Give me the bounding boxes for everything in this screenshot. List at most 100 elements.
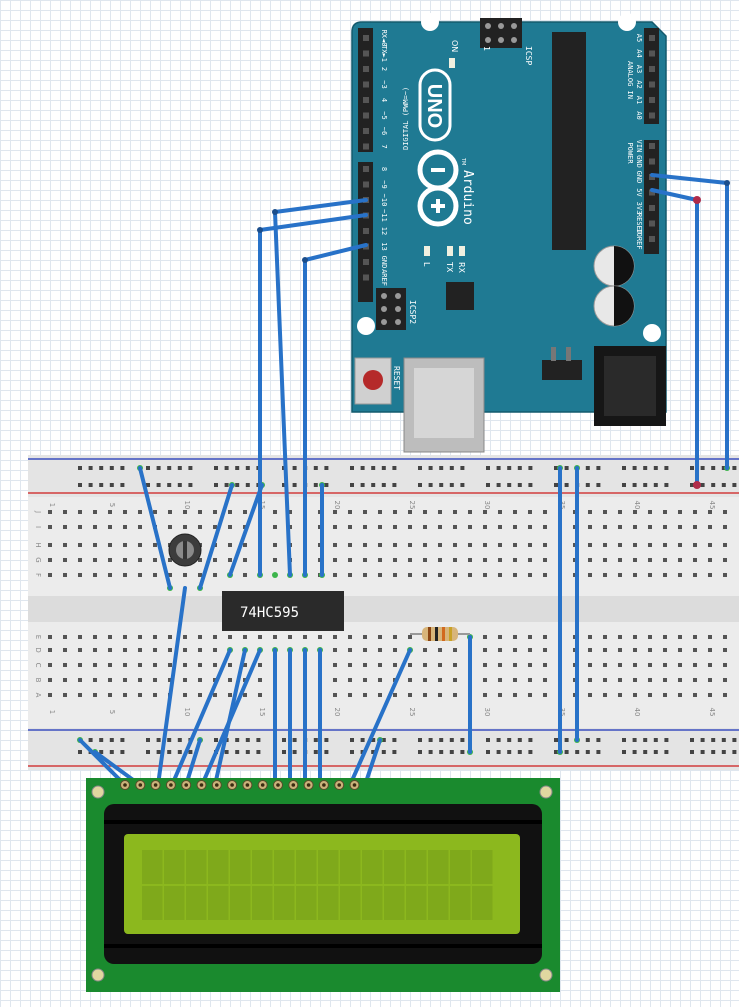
breadboard-hole: [63, 635, 67, 639]
lcd-char-cell: [406, 850, 427, 884]
header-pin: [363, 66, 369, 72]
breadboard-hole: [363, 635, 367, 639]
rail-hole: [507, 483, 512, 487]
breadboard-hole: [93, 693, 97, 697]
arduino-uno-board: RX◄0TX►12~34~5~678~9~10~111213GNDAREFA5A…: [351, 13, 667, 453]
rail-hole: [88, 483, 93, 487]
breadboard-hole: [663, 525, 667, 529]
breadboard-hole: [513, 543, 517, 547]
breadboard-hole: [228, 693, 232, 697]
rail-hole: [235, 738, 240, 742]
rail-hole: [653, 483, 658, 487]
breadboard-hole: [378, 510, 382, 514]
pin-label: GND: [635, 171, 643, 184]
breadboard-hole: [273, 510, 277, 514]
breadboard-hole: [273, 525, 277, 529]
breadboard-hole: [603, 648, 607, 652]
rail-hole: [664, 750, 669, 754]
breadboard-hole: [198, 525, 202, 529]
breadboard-hole: [603, 635, 607, 639]
breadboard-hole: [408, 663, 412, 667]
breadboard-hole: [48, 510, 52, 514]
analog-label: ANALOG IN: [626, 61, 634, 99]
reset-button[interactable]: [354, 357, 392, 405]
rail-hole: [496, 738, 501, 742]
atmega-chip: [552, 32, 586, 250]
rail-hole: [732, 483, 737, 487]
row-letter: F: [34, 573, 42, 577]
lcd-char-cell: [142, 850, 163, 884]
breadboard-hole: [333, 510, 337, 514]
rail-hole: [622, 750, 626, 754]
breadboard-hole: [633, 693, 637, 697]
rail-hole: [486, 483, 490, 487]
breadboard-hole: [348, 635, 352, 639]
rail-hole: [596, 483, 601, 487]
column-number: 1: [48, 710, 56, 714]
lcd-char-cell: [384, 850, 405, 884]
breadboard-hole: [423, 693, 427, 697]
breadboard-hole: [198, 510, 202, 514]
breadboard-hole: [708, 678, 712, 682]
breadboard-hole: [588, 525, 592, 529]
breadboard-hole: [93, 663, 97, 667]
header-pin: [363, 97, 369, 103]
breadboard-hole: [348, 663, 352, 667]
potentiometer[interactable]: [168, 533, 202, 567]
breadboard-hole: [93, 510, 97, 514]
breadboard-hole: [123, 693, 127, 697]
breadboard-hole: [453, 573, 457, 577]
lcd-char-cell: [340, 886, 361, 920]
breadboard-hole: [258, 693, 262, 697]
breadboard-hole: [63, 678, 67, 682]
rail-hole: [653, 738, 658, 742]
pin-label: A5: [635, 34, 643, 42]
breadboard-hole: [63, 663, 67, 667]
breadboard-hole: [513, 635, 517, 639]
breadboard-hole: [423, 573, 427, 577]
breadboard-hole: [693, 635, 697, 639]
column-number: 15: [258, 708, 266, 717]
breadboard-hole: [363, 693, 367, 697]
rail-hole: [517, 483, 522, 487]
rail-hole: [313, 750, 318, 754]
breadboard-hole: [528, 663, 532, 667]
rail-hole: [585, 750, 590, 754]
lcd-char-cell: [318, 850, 339, 884]
header-pin: [363, 181, 369, 188]
l-led: [424, 246, 430, 256]
breadboard-hole: [693, 663, 697, 667]
rail-hole: [109, 466, 114, 470]
breadboard-hole: [723, 635, 727, 639]
pin-label: A1: [635, 96, 643, 104]
lcd-char-cell: [428, 886, 449, 920]
breadboard-hole: [648, 648, 652, 652]
breadboard-hole: [663, 648, 667, 652]
rail-hole: [622, 466, 626, 470]
rail-hole: [324, 466, 329, 470]
rail-hole: [564, 483, 569, 487]
breadboard-hole: [168, 635, 172, 639]
rail-hole: [188, 750, 193, 754]
breadboard-hole: [138, 525, 142, 529]
breadboard-hole: [363, 543, 367, 547]
rail-hole: [496, 483, 501, 487]
breadboard-hole: [258, 663, 262, 667]
breadboard-hole: [258, 635, 262, 639]
breadboard-hole: [183, 648, 187, 652]
pin-label: RX◄0: [380, 30, 388, 47]
breadboard-hole: [348, 525, 352, 529]
wire-bend: [257, 227, 263, 233]
rail-hole: [292, 750, 297, 754]
lcd-char-cell: [274, 850, 295, 884]
breadboard-hole: [528, 693, 532, 697]
rail-hole: [439, 738, 444, 742]
breadboard-hole: [63, 510, 67, 514]
icsp-header: [480, 18, 522, 48]
rail-hole: [732, 466, 737, 470]
row-letter: B: [34, 678, 42, 683]
breadboard-hole: [723, 525, 727, 529]
breadboard-hole: [153, 558, 157, 562]
breadboard-hole: [603, 663, 607, 667]
rail-hole: [418, 483, 422, 487]
